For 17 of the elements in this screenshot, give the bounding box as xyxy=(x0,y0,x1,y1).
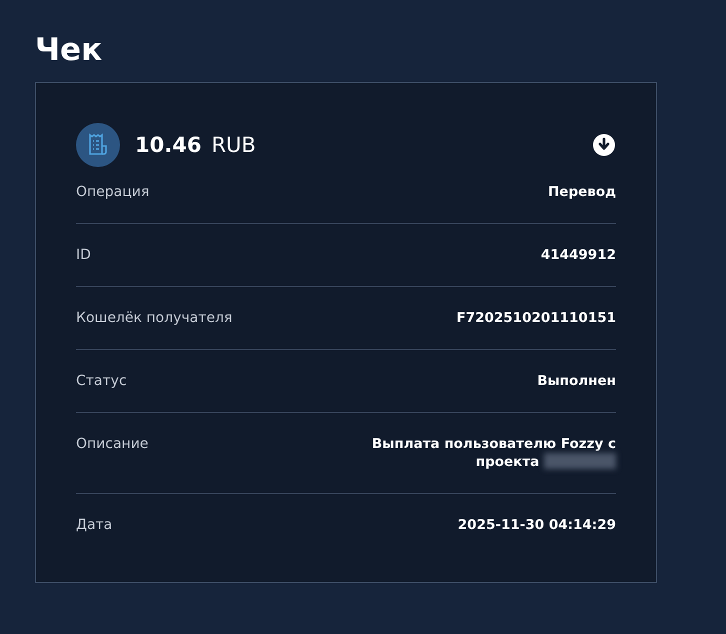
field-value: Выполнен xyxy=(537,372,616,390)
field-label: Кошелёк получателя xyxy=(76,309,232,327)
field-value: Выплата пользователю Fozzy с проекта xyxy=(370,435,616,471)
receipt-icon xyxy=(76,123,120,167)
field-label: Дата xyxy=(76,516,112,534)
field-label: Операция xyxy=(76,183,150,201)
download-icon[interactable] xyxy=(592,133,616,157)
field-label: Описание xyxy=(76,435,148,453)
field-label: ID xyxy=(76,246,91,264)
field-value: 2025-11-30 04:14:29 xyxy=(458,516,616,534)
amount: 10.46 xyxy=(135,133,202,157)
field-label: Статус xyxy=(76,372,127,390)
currency: RUB xyxy=(211,133,256,157)
field-value: 41449912 xyxy=(540,246,616,264)
page-title: Чек xyxy=(35,31,104,70)
field-value: F7202510201110151 xyxy=(456,309,616,327)
field-value: Перевод xyxy=(548,183,616,201)
